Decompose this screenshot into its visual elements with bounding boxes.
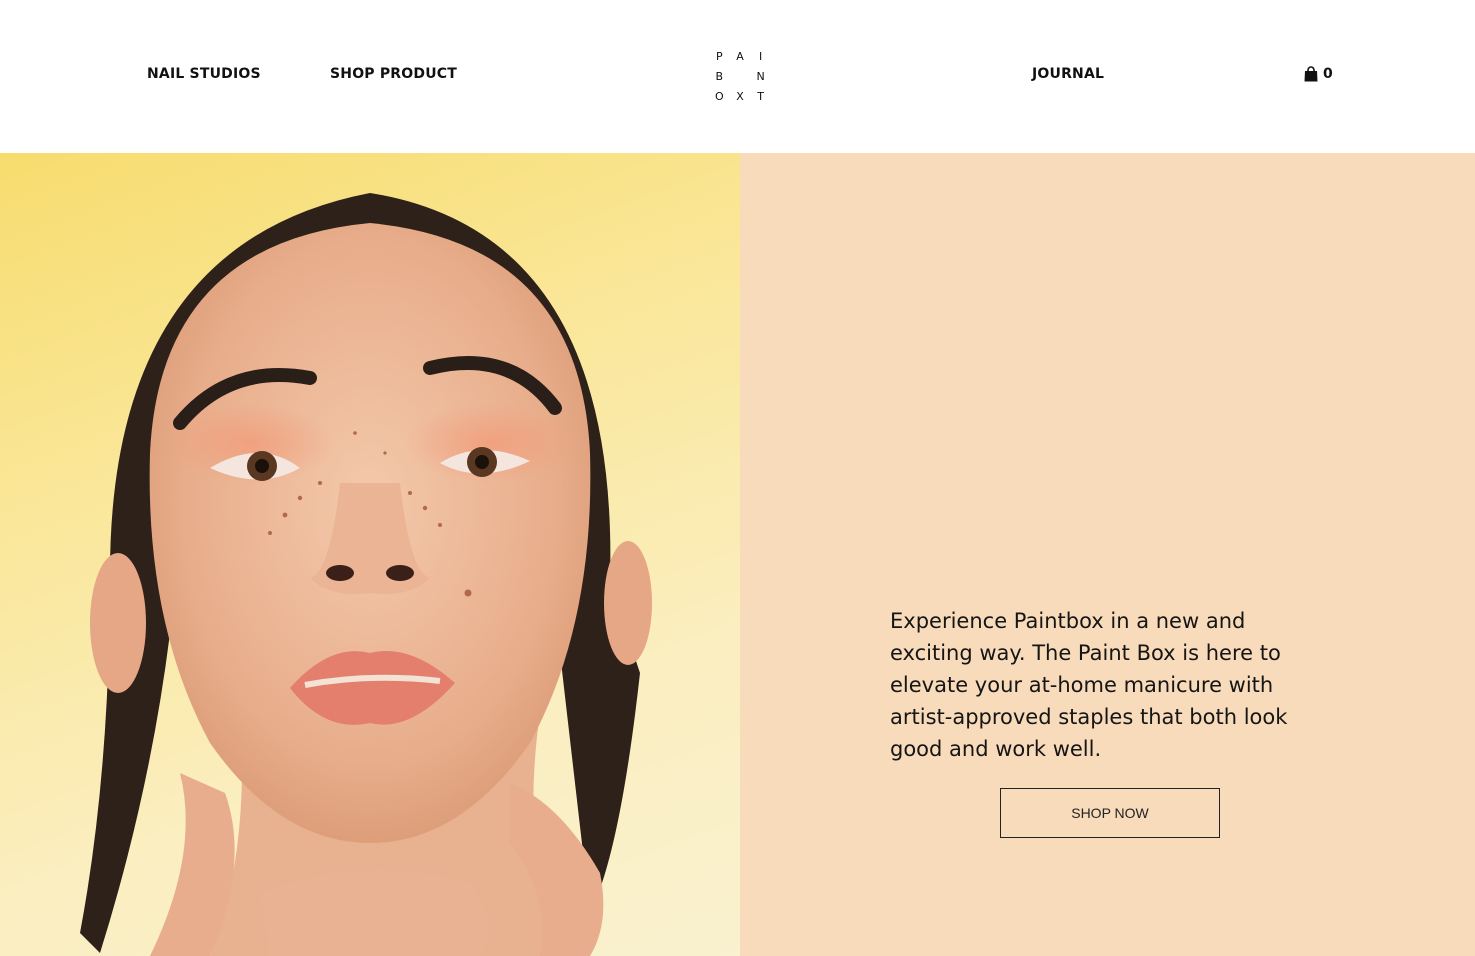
hero-portrait-image bbox=[0, 153, 740, 956]
logo-letter: T bbox=[757, 90, 765, 103]
paintbox-logo[interactable]: P A I B N O X T bbox=[709, 47, 771, 107]
site-header: NAIL STUDIOS SHOP PRODUCT P A I B N O X … bbox=[0, 0, 1475, 153]
logo-letter: B bbox=[715, 70, 724, 83]
shopping-bag-icon bbox=[1304, 66, 1318, 82]
cart-button[interactable]: 0 bbox=[1304, 66, 1333, 82]
logo-letter: X bbox=[736, 90, 744, 103]
portrait-illustration bbox=[80, 193, 652, 956]
logo-letter: O bbox=[714, 90, 724, 103]
hero-description: Experience Paintbox in a new and excitin… bbox=[890, 609, 1288, 761]
logo-letter: P bbox=[716, 50, 723, 63]
logo-letter bbox=[730, 67, 751, 87]
hero-text-panel: Experience Paintbox in a new and excitin… bbox=[740, 153, 1475, 956]
cart-count: 0 bbox=[1323, 66, 1333, 82]
logo-letter: N bbox=[756, 70, 765, 83]
shop-now-button[interactable]: SHOP NOW bbox=[1000, 788, 1220, 838]
logo-letter: A bbox=[736, 50, 744, 63]
nav-link-shop-product[interactable]: SHOP PRODUCT bbox=[330, 66, 457, 82]
nav-link-nail-studios[interactable]: NAIL STUDIOS bbox=[147, 66, 261, 82]
logo-letter: I bbox=[759, 50, 763, 63]
nav-link-journal[interactable]: JOURNAL bbox=[1032, 66, 1104, 82]
